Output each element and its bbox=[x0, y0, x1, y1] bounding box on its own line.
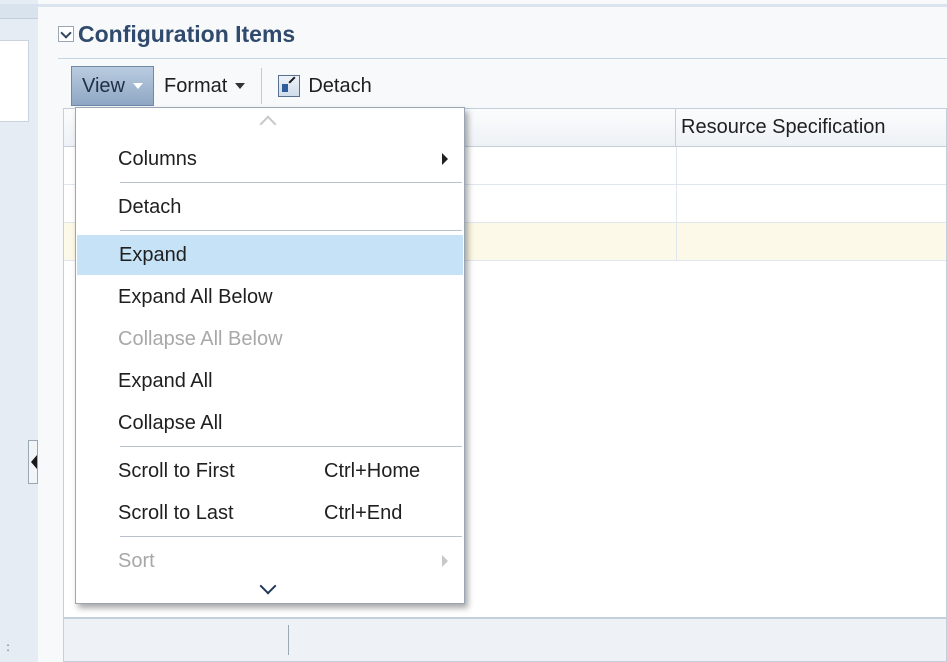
cell-divider bbox=[676, 223, 677, 261]
detach-icon bbox=[278, 75, 301, 97]
menu-item-detach[interactable]: Detach bbox=[76, 187, 464, 227]
section-divider bbox=[58, 58, 947, 59]
menu-separator bbox=[120, 536, 462, 537]
view-menu-button[interactable]: View bbox=[71, 66, 154, 106]
format-menu-label: Format bbox=[164, 74, 228, 97]
cell-divider bbox=[676, 147, 677, 185]
menu-item-label: Detach bbox=[118, 195, 182, 218]
top-border bbox=[38, 4, 947, 7]
menu-separator bbox=[120, 182, 462, 183]
section-title: Configuration Items bbox=[78, 20, 296, 47]
toolbar-separator bbox=[261, 68, 263, 104]
cell-divider bbox=[676, 185, 677, 223]
format-menu-button[interactable]: Format bbox=[154, 66, 255, 106]
menu-item-expand-all[interactable]: Expand All bbox=[76, 361, 464, 401]
column-header-resource-specification[interactable]: Resource Specification bbox=[676, 109, 946, 147]
menu-item-label: Collapse All Below bbox=[118, 327, 283, 350]
menu-item-scroll-to-last[interactable]: Scroll to Last Ctrl+End bbox=[76, 493, 464, 533]
view-menu-label: View bbox=[82, 74, 125, 97]
menu-item-sort: Sort bbox=[76, 541, 464, 581]
column-header-resource-label: Resource Specification bbox=[681, 116, 886, 138]
collapse-left-arrow-icon bbox=[31, 455, 37, 469]
menu-item-collapse-all-below: Collapse All Below bbox=[76, 319, 464, 359]
menu-item-expand[interactable]: Expand bbox=[77, 235, 463, 275]
left-pane-header bbox=[0, 4, 38, 19]
menu-item-label: Expand bbox=[119, 243, 187, 266]
menu-item-columns[interactable]: Columns bbox=[76, 139, 464, 179]
menu-item-label: Scroll to First bbox=[118, 459, 235, 482]
left-pane-panel bbox=[0, 40, 29, 122]
menu-item-label: Scroll to Last bbox=[118, 501, 234, 524]
menu-item-label: Collapse All bbox=[118, 411, 223, 434]
menu-item-shortcut: Ctrl+End bbox=[324, 501, 403, 524]
footer-divider bbox=[288, 625, 289, 655]
disclose-chevron-icon[interactable] bbox=[58, 26, 74, 42]
view-dropdown-menu: Columns Detach Expand Expand All Below C… bbox=[75, 107, 465, 604]
menu-item-shortcut: Ctrl+Home bbox=[324, 459, 421, 482]
submenu-arrow-icon bbox=[442, 555, 448, 567]
menu-separator bbox=[120, 230, 462, 231]
menu-scroll-up-icon[interactable] bbox=[259, 115, 277, 133]
pane-splitter-collapse-handle[interactable] bbox=[28, 440, 38, 484]
section-header: Configuration Items bbox=[58, 18, 295, 50]
detach-button[interactable]: Detach bbox=[268, 66, 381, 106]
menu-item-label: Columns bbox=[118, 147, 197, 170]
submenu-arrow-icon bbox=[442, 153, 448, 165]
detach-label: Detach bbox=[308, 74, 372, 97]
menu-item-expand-all-below[interactable]: Expand All Below bbox=[76, 277, 464, 317]
menu-item-label: Sort bbox=[118, 549, 155, 572]
format-dropdown-caret-icon bbox=[235, 83, 246, 89]
menu-item-label: Expand All bbox=[118, 369, 213, 392]
menu-item-scroll-to-first[interactable]: Scroll to First Ctrl+Home bbox=[76, 451, 464, 491]
menu-item-label: Expand All Below bbox=[118, 285, 273, 308]
menu-separator bbox=[120, 446, 462, 447]
dot-mark: : bbox=[6, 640, 11, 654]
left-pane-strip: : bbox=[0, 0, 38, 662]
view-dropdown-caret-icon bbox=[133, 83, 143, 89]
table-footer-bar bbox=[63, 618, 947, 662]
table-toolbar: View Format Detach bbox=[71, 64, 382, 108]
menu-item-collapse-all[interactable]: Collapse All bbox=[76, 403, 464, 443]
